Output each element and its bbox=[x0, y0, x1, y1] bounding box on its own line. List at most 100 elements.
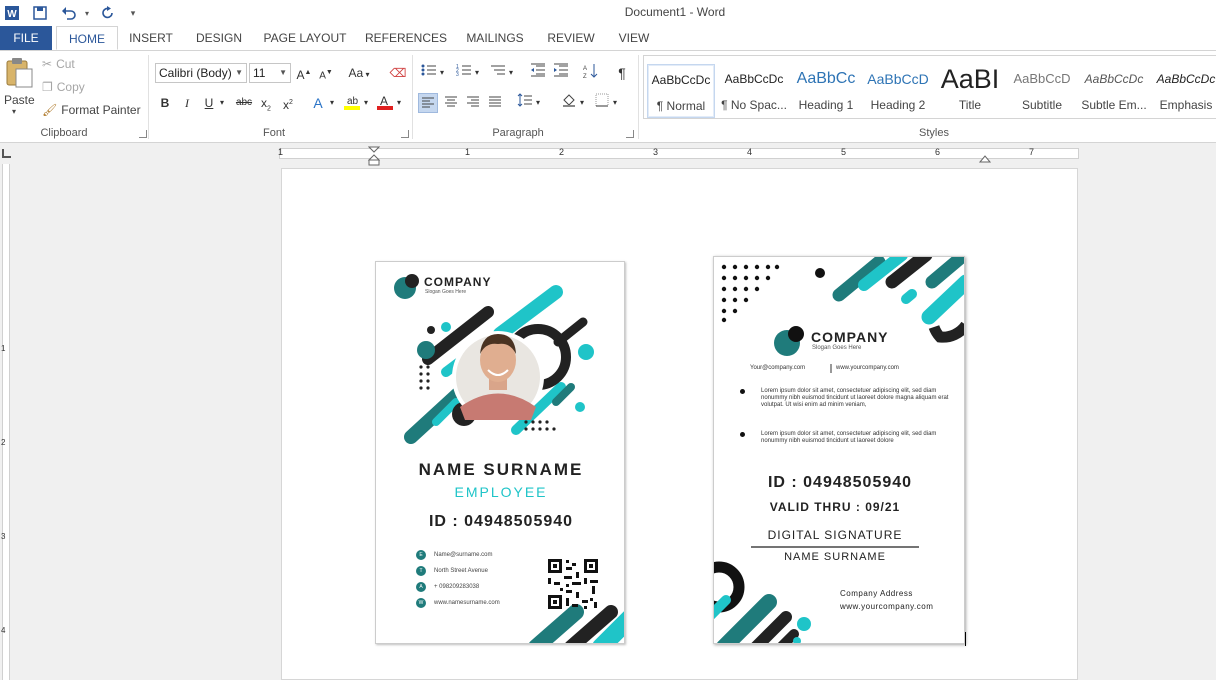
style-name: Heading 2 bbox=[870, 98, 926, 112]
align-center-icon[interactable] bbox=[441, 93, 461, 113]
paste-button[interactable]: Paste bbox=[4, 93, 35, 107]
superscript-icon[interactable]: x2 bbox=[278, 93, 298, 113]
style-name: Subtitle bbox=[1021, 98, 1063, 112]
justify-icon[interactable] bbox=[485, 93, 505, 113]
style-sample: AaBbCcDc bbox=[724, 72, 784, 86]
contact-text: Name@surname.com bbox=[434, 552, 493, 558]
style-emphasis[interactable]: AaBbCcDc Emphasis bbox=[1151, 64, 1216, 118]
sort-icon[interactable]: AZ bbox=[581, 63, 601, 83]
style-subtle-emphasis[interactable]: AaBbCcDc Subtle Em... bbox=[1079, 64, 1149, 118]
tab-review[interactable]: REVIEW bbox=[542, 26, 600, 50]
highlight-icon[interactable]: ab bbox=[342, 93, 362, 113]
paste-dropdown-icon[interactable]: ▾ bbox=[12, 107, 16, 116]
divider bbox=[412, 55, 413, 139]
divider bbox=[148, 55, 149, 139]
borders-dropdown-icon[interactable]: ▾ bbox=[610, 93, 620, 113]
show-formatting-icon[interactable]: ¶ bbox=[612, 63, 632, 83]
ruler-bar[interactable]: 1 1 2 3 4 5 6 7 bbox=[278, 147, 1079, 159]
indent-marker-icon[interactable] bbox=[367, 146, 381, 169]
ruler-number: 6 bbox=[935, 147, 941, 157]
description-paragraph: Lorem ipsum dolor sit amet, consectetuer… bbox=[761, 431, 937, 444]
align-right-icon[interactable] bbox=[463, 93, 483, 113]
text-effects-dropdown-icon[interactable]: ▾ bbox=[326, 93, 338, 113]
bullets-dropdown-icon[interactable]: ▾ bbox=[437, 63, 447, 83]
style-heading-2[interactable]: AaBbCcD Heading 2 bbox=[863, 64, 933, 118]
valid-thru: VALID THRU : 09/21 bbox=[769, 500, 901, 514]
font-size-select[interactable]: 11 ▼ bbox=[249, 63, 291, 83]
text-effects-icon[interactable]: A bbox=[308, 93, 328, 113]
increase-indent-icon[interactable] bbox=[551, 63, 571, 83]
multilevel-dropdown-icon[interactable]: ▾ bbox=[506, 63, 516, 83]
style-subtitle[interactable]: AaBbCcD Subtitle bbox=[1007, 64, 1077, 118]
shading-icon[interactable] bbox=[559, 93, 579, 113]
document-page[interactable]: COMPANY Slogan Goes Here NAME SURNAME EM… bbox=[281, 168, 1078, 680]
grow-font-icon[interactable]: A▲ bbox=[294, 63, 314, 83]
font-color-icon[interactable]: A bbox=[375, 93, 395, 113]
tab-file[interactable]: FILE bbox=[0, 26, 52, 50]
bullet-icon bbox=[740, 389, 745, 394]
style-no-spacing[interactable]: AaBbCcDc ¶ No Spac... bbox=[719, 64, 789, 118]
strikethrough-icon[interactable]: abc bbox=[232, 93, 256, 113]
decrease-indent-icon[interactable] bbox=[528, 63, 548, 83]
style-sample: AaBbCcD bbox=[1013, 71, 1071, 86]
paste-icon[interactable] bbox=[4, 57, 34, 88]
tab-home[interactable]: HOME bbox=[56, 26, 118, 50]
line-spacing-dropdown-icon[interactable]: ▾ bbox=[533, 93, 543, 113]
style-sample: AaBbCc bbox=[796, 70, 856, 87]
ruler-number: 1 bbox=[465, 147, 471, 157]
style-title[interactable]: AaBI Title bbox=[935, 64, 1005, 118]
clear-formatting-icon[interactable]: ⌫ bbox=[388, 63, 408, 83]
borders-icon[interactable] bbox=[592, 93, 612, 113]
paragraph-launcher-icon[interactable] bbox=[626, 130, 634, 138]
tab-references[interactable]: REFERENCES bbox=[362, 26, 450, 50]
style-sample: AaBbCcDc bbox=[1156, 72, 1216, 86]
tab-mailings[interactable]: MAILINGS bbox=[460, 26, 530, 50]
bold-icon[interactable]: B bbox=[155, 93, 175, 113]
id-card-back[interactable]: COMPANY Slogan Goes Here Your@company.co… bbox=[713, 256, 965, 644]
shrink-font-icon[interactable]: A▼ bbox=[316, 63, 336, 83]
highlight-dropdown-icon[interactable]: ▾ bbox=[360, 93, 372, 113]
ruler-number: 3 bbox=[653, 147, 659, 157]
numbering-dropdown-icon[interactable]: ▾ bbox=[472, 63, 482, 83]
multilevel-list-icon[interactable] bbox=[488, 63, 508, 83]
contact-email: E Name@surname.com bbox=[416, 550, 492, 560]
ruler-number: 1 bbox=[278, 147, 284, 157]
employee-id: ID : 04948505940 bbox=[428, 513, 574, 530]
card-decoration bbox=[714, 257, 964, 643]
divider bbox=[638, 55, 639, 139]
tab-view[interactable]: VIEW bbox=[612, 26, 656, 50]
font-family-select[interactable]: Calibri (Body) ▼ bbox=[155, 63, 247, 83]
company-email: Your@company.com bbox=[750, 365, 806, 371]
clipboard-launcher-icon[interactable] bbox=[139, 130, 147, 138]
bullets-icon[interactable] bbox=[419, 63, 439, 83]
line-spacing-icon[interactable] bbox=[515, 93, 535, 113]
paragraph-group-label: Paragraph bbox=[492, 127, 544, 139]
tab-selector-icon[interactable] bbox=[2, 149, 11, 158]
style-heading-1[interactable]: AaBbCc Heading 1 bbox=[791, 64, 861, 118]
tab-page-layout[interactable]: PAGE LAYOUT bbox=[258, 26, 352, 50]
company-website: www.yourcompany.com bbox=[836, 365, 899, 371]
format-painter-label: Format Painter bbox=[61, 103, 141, 117]
font-launcher-icon[interactable] bbox=[401, 130, 409, 138]
tab-insert[interactable]: INSERT bbox=[123, 26, 179, 50]
align-left-icon[interactable] bbox=[418, 93, 438, 113]
italic-icon[interactable]: I bbox=[177, 93, 197, 113]
underline-dropdown-icon[interactable]: ▾ bbox=[216, 93, 228, 113]
style-normal[interactable]: AaBbCcDc ¶ Normal bbox=[647, 64, 715, 118]
style-sample: AaBbCcDc bbox=[1084, 72, 1144, 86]
tab-design[interactable]: DESIGN bbox=[190, 26, 248, 50]
employee-role: EMPLOYEE bbox=[454, 484, 548, 500]
contact-website: W www.namesurname.com bbox=[416, 598, 500, 608]
numbering-icon[interactable]: 123 bbox=[454, 63, 474, 83]
change-case-button[interactable]: Aa ▾ bbox=[344, 63, 374, 83]
right-indent-icon[interactable] bbox=[978, 152, 992, 166]
id-card-front[interactable]: COMPANY Slogan Goes Here NAME SURNAME EM… bbox=[375, 261, 625, 644]
subscript-icon[interactable]: x2 bbox=[256, 93, 276, 113]
copy-button[interactable]: ❐ Copy bbox=[42, 80, 85, 94]
format-painter-button[interactable]: 🖌 Format Painter bbox=[42, 103, 141, 117]
cut-button[interactable]: ✂ Cut bbox=[42, 57, 75, 71]
shading-dropdown-icon[interactable]: ▾ bbox=[577, 93, 587, 113]
format-painter-icon: 🖌 bbox=[42, 103, 58, 117]
vertical-ruler-bar[interactable] bbox=[2, 164, 10, 680]
font-color-dropdown-icon[interactable]: ▾ bbox=[393, 93, 405, 113]
